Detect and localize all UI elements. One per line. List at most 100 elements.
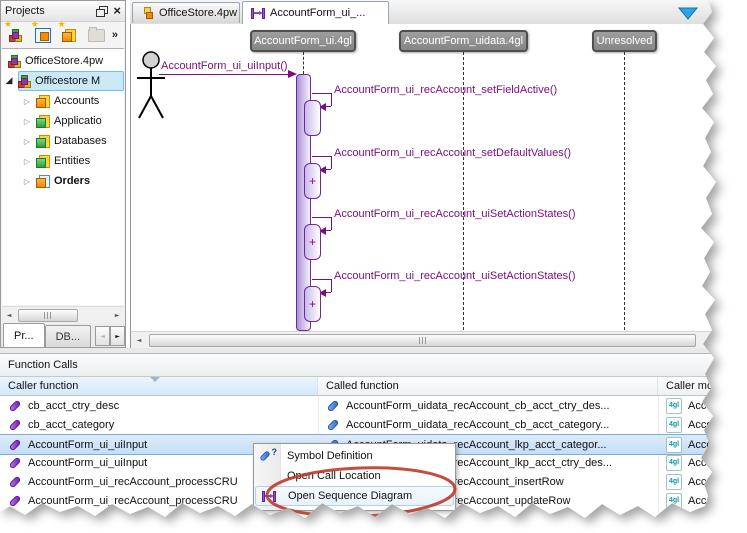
new-window-button[interactable]: ★ bbox=[31, 20, 54, 46]
tab-prev-icon[interactable]: ◄ bbox=[95, 326, 110, 346]
called-function-icon bbox=[326, 399, 340, 413]
project-tab-icon bbox=[141, 6, 154, 20]
group-icon bbox=[36, 94, 50, 108]
self-call-line bbox=[331, 93, 332, 106]
scroll-left-icon[interactable]: ◄ bbox=[131, 337, 147, 344]
tree-item-databases[interactable]: ▷ Databases bbox=[2, 131, 124, 151]
4gl-module-icon: 4gl bbox=[666, 492, 682, 509]
self-call-line bbox=[312, 93, 331, 94]
projects-bottom-tabs: Pr... DB... ◄ ► bbox=[1, 323, 125, 347]
4gl-module-icon: 4gl bbox=[666, 436, 682, 453]
ide-window: Projects × ★ ★ ★ » OfficeStore.4pw ◢ Off… bbox=[0, 0, 716, 518]
collapsed-arrow-icon[interactable]: ▷ bbox=[22, 117, 32, 126]
collapsed-arrow-icon[interactable]: ▷ bbox=[22, 97, 32, 106]
tab-accountform-diagram[interactable]: AccountForm_ui_... bbox=[242, 1, 389, 24]
symbol-definition-icon: ? bbox=[260, 447, 278, 463]
scrollbar-thumb[interactable] bbox=[18, 308, 78, 322]
group-icon bbox=[36, 154, 50, 168]
called-function-icon bbox=[326, 418, 340, 432]
menu-item-open-call-location[interactable]: Open Call Location bbox=[255, 466, 454, 486]
4gl-module-icon: 4gl bbox=[666, 416, 682, 433]
diagram-horizontal-scrollbar[interactable]: ◄ bbox=[130, 331, 716, 348]
caller-function-icon bbox=[8, 475, 22, 489]
tree-item-module[interactable]: ◢ Officestore M bbox=[2, 71, 124, 91]
tree-item-label: OfficeStore.4pw bbox=[25, 55, 104, 67]
function-calls-title: Function Calls bbox=[0, 354, 716, 377]
tree-item-label: Entities bbox=[54, 155, 91, 167]
projects-titlebar: Projects × bbox=[1, 1, 125, 22]
tree-item-label: Accounts bbox=[54, 95, 100, 107]
menu-item-open-sequence-diagram[interactable]: Open Sequence Diagram bbox=[255, 486, 454, 506]
message-label: AccountForm_ui_uiInput() bbox=[161, 60, 288, 72]
scrollbar-thumb[interactable] bbox=[149, 333, 696, 347]
column-header-caller-function[interactable]: Caller function bbox=[0, 377, 318, 395]
column-header-caller-module[interactable]: Caller module bbox=[658, 377, 716, 395]
lifeline-header-unresolved[interactable]: Unresolved bbox=[592, 30, 657, 52]
tree-item-root[interactable]: OfficeStore.4pw bbox=[2, 51, 124, 71]
close-panel-icon[interactable]: × bbox=[113, 4, 121, 17]
self-call-label: AccountForm_ui_recAccount_uiSetActionSta… bbox=[334, 208, 576, 220]
cubes-icon bbox=[9, 28, 23, 42]
tree-item-label: Orders bbox=[54, 175, 91, 187]
tab-officestore[interactable]: OfficeStore.4pw bbox=[132, 2, 240, 23]
4gl-module-icon: 4gl bbox=[666, 397, 682, 414]
nested-activation-box[interactable]: + bbox=[304, 286, 321, 322]
expanded-arrow-icon[interactable]: ◢ bbox=[4, 76, 14, 86]
project-tree: OfficeStore.4pw ◢ Officestore M ▷ Accoun… bbox=[2, 48, 124, 305]
self-call-label: AccountForm_ui_recAccount_uiSetActionSta… bbox=[334, 270, 576, 282]
nested-activation-box[interactable]: + bbox=[304, 224, 321, 260]
tab-list-dropdown-icon[interactable] bbox=[677, 7, 699, 23]
new-file-button[interactable]: ★ bbox=[57, 20, 80, 46]
sequence-diagram-icon bbox=[251, 7, 265, 19]
sequence-diagram-canvas: AccountForm_ui.4gl AccountForm_uidata.4g… bbox=[130, 24, 716, 331]
file-icon bbox=[62, 28, 77, 42]
new-star-icon: ★ bbox=[57, 20, 66, 30]
scroll-right-icon[interactable]: ► bbox=[110, 312, 124, 319]
lifeline-dashed-line bbox=[624, 52, 625, 330]
table-row[interactable]: cb_acct_category AccountForm_uidata_recA… bbox=[0, 415, 716, 434]
self-call-line bbox=[312, 156, 331, 157]
scroll-left-icon[interactable]: ◄ bbox=[2, 312, 16, 319]
message-line bbox=[159, 74, 289, 75]
tree-item-entities[interactable]: ▷ Entities bbox=[2, 151, 124, 171]
tree-item-accounts[interactable]: ▷ Accounts bbox=[2, 91, 124, 111]
self-call-line bbox=[331, 156, 332, 169]
self-call-line bbox=[331, 279, 332, 292]
tab-next-icon[interactable]: ► bbox=[110, 326, 125, 346]
collapsed-arrow-icon[interactable]: ▷ bbox=[22, 177, 32, 186]
group-icon bbox=[36, 114, 50, 128]
collapsed-arrow-icon[interactable]: ▷ bbox=[22, 137, 32, 146]
table-row[interactable]: cb_acct_ctry_desc AccountForm_uidata_rec… bbox=[0, 396, 716, 415]
self-call-line bbox=[312, 279, 331, 280]
caller-function-icon bbox=[8, 438, 22, 452]
tab-db[interactable]: DB... bbox=[44, 325, 92, 347]
lifeline-header-accountform-ui[interactable]: AccountForm_ui.4gl bbox=[250, 30, 356, 52]
sequence-diagram-icon bbox=[262, 490, 276, 502]
new-project-button[interactable]: ★ bbox=[4, 20, 27, 46]
projects-toolbar: ★ ★ ★ » bbox=[1, 20, 125, 48]
editor-tabbar: OfficeStore.4pw AccountForm_ui_... bbox=[130, 0, 716, 25]
new-folder-button-disabled bbox=[85, 24, 107, 46]
column-header-called-function[interactable]: Called function bbox=[318, 377, 658, 395]
nested-activation-box[interactable] bbox=[304, 100, 321, 136]
lifeline-dashed-line bbox=[303, 52, 304, 74]
tree-item-label: Applicatio bbox=[54, 115, 102, 127]
tree-item-label: Databases bbox=[54, 135, 107, 147]
collapsed-arrow-icon[interactable]: ▷ bbox=[22, 157, 32, 166]
tab-projects[interactable]: Pr... bbox=[3, 323, 45, 347]
table-header: Caller function Called function Caller m… bbox=[0, 377, 716, 396]
module-icon bbox=[18, 74, 31, 88]
toolbar-overflow-button[interactable]: » bbox=[112, 29, 121, 41]
tree-item-label: Officestore M bbox=[35, 75, 101, 87]
projects-panel: Projects × ★ ★ ★ » OfficeStore.4pw ◢ Off… bbox=[0, 0, 126, 348]
lifeline-header-accountform-uidata[interactable]: AccountForm_uidata.4gl bbox=[399, 30, 528, 52]
float-panel-icon[interactable] bbox=[96, 6, 109, 17]
tree-item-orders[interactable]: ▷ Orders bbox=[2, 171, 124, 191]
self-call-line bbox=[331, 217, 332, 230]
nested-activation-box[interactable]: + bbox=[304, 163, 321, 199]
new-star-icon: ★ bbox=[30, 20, 39, 30]
menu-item-symbol-definition[interactable]: ? Symbol Definition bbox=[255, 446, 454, 466]
tab-scroll-buttons: ◄ ► bbox=[95, 326, 125, 346]
tree-item-application[interactable]: ▷ Applicatio bbox=[2, 111, 124, 131]
projects-horizontal-scrollbar[interactable]: ◄ ► bbox=[2, 306, 124, 323]
